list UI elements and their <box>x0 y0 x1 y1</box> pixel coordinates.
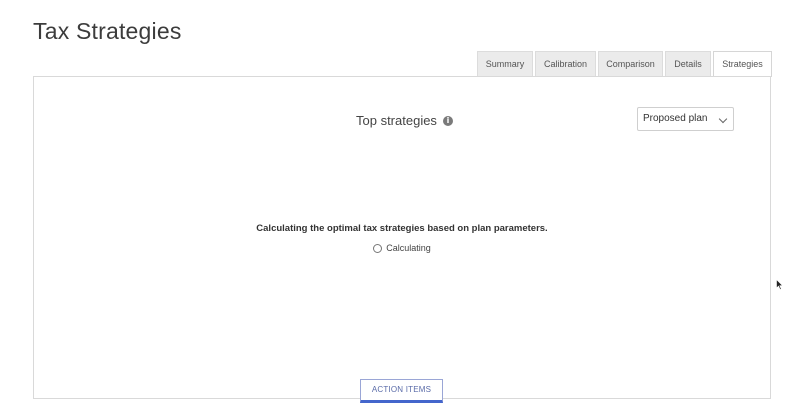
mouse-cursor-icon <box>776 279 784 290</box>
calculating-message: Calculating the optimal tax strategies b… <box>256 223 548 234</box>
tab-bar: Summary Calibration Comparison Details S… <box>477 51 772 77</box>
status-text: Calculating <box>386 243 431 253</box>
chevron-down-icon <box>718 114 728 124</box>
spinner-icon <box>373 243 383 253</box>
tab-strategies[interactable]: Strategies <box>713 51 772 77</box>
tab-details[interactable]: Details <box>665 51 711 76</box>
tab-comparison[interactable]: Comparison <box>598 51 663 76</box>
tab-calibration[interactable]: Calibration <box>535 51 596 76</box>
info-icon[interactable]: i <box>442 115 453 126</box>
section-header: Top strategies i <box>356 113 453 128</box>
strategies-panel: Top strategies i Proposed plan Calculati… <box>33 76 771 399</box>
plan-select[interactable]: Proposed plan <box>637 107 734 131</box>
section-title: Top strategies <box>356 113 437 128</box>
calculating-status: Calculating <box>34 243 770 253</box>
page-title: Tax Strategies <box>33 18 182 44</box>
tab-summary[interactable]: Summary <box>477 51 533 76</box>
action-items-button[interactable]: ACTION ITEMS <box>360 379 443 403</box>
plan-select-value: Proposed plan <box>643 113 708 124</box>
